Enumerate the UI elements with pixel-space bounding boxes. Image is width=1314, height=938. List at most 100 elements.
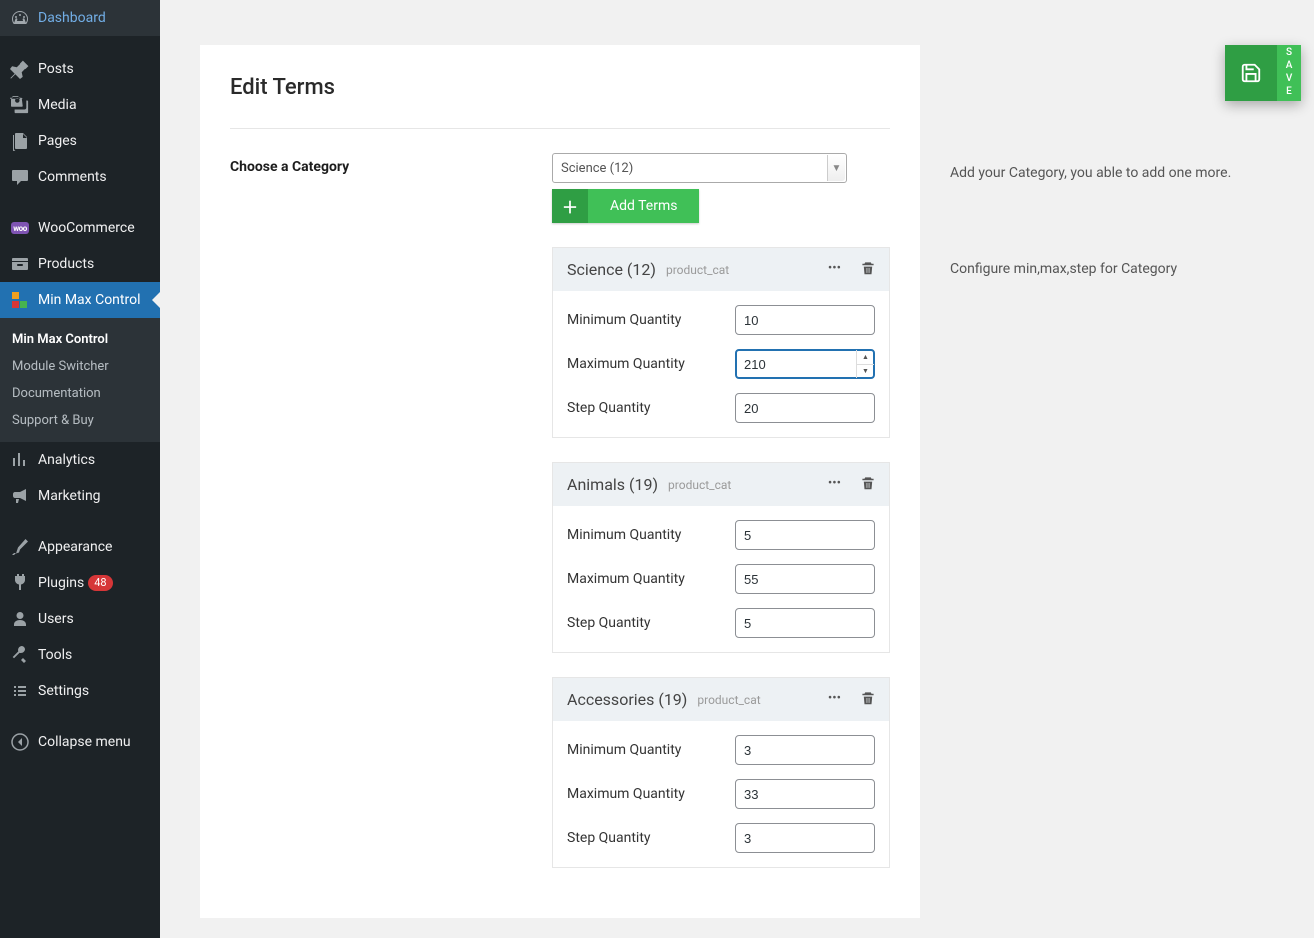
menu-label: Appearance (38, 539, 112, 555)
menu-label: Media (38, 97, 77, 113)
media-icon (10, 95, 30, 115)
min-qty-label: Minimum Quantity (567, 742, 735, 758)
menu-label: Dashboard (38, 10, 106, 26)
woo-icon: woo (10, 218, 30, 238)
plugin-icon (10, 573, 30, 593)
step-qty-label: Step Quantity (567, 400, 735, 416)
term-block: Animals (19) product_cat ••• Minimum Quanti… (552, 462, 890, 653)
min-qty-label: Minimum Quantity (567, 312, 735, 328)
tools-icon (10, 645, 30, 665)
step-qty-input[interactable] (735, 393, 875, 423)
term-body: Minimum QuantityMaximum QuantityStep Qua… (553, 506, 889, 652)
menu-label: Min Max Control (38, 292, 141, 308)
menu-label: Marketing (38, 488, 101, 504)
max-qty-label: Maximum Quantity (567, 786, 735, 802)
min-qty-input[interactable] (735, 735, 875, 765)
menu-users[interactable]: Users (0, 601, 160, 637)
menu-collapse[interactable]: Collapse menu (0, 724, 160, 760)
main-content: Edit Terms Choose a Category Science (12… (160, 0, 1314, 938)
side-info-configure: Configure min,max,step for Category (950, 261, 1274, 277)
admin-sidebar: Dashboard Posts Media Pages Commen (0, 0, 160, 938)
term-title: Science (12) (567, 260, 656, 279)
submenu-support-buy[interactable]: Support & Buy (0, 407, 160, 434)
menu-label: Posts (38, 61, 74, 77)
term-taxonomy: product_cat (668, 478, 731, 492)
step-qty-input[interactable] (735, 823, 875, 853)
save-icon (1225, 45, 1277, 101)
menu-label: Plugins (38, 575, 84, 591)
menu-dashboard[interactable]: Dashboard (0, 0, 160, 36)
more-icon[interactable]: ••• (828, 691, 841, 709)
menu-label: Collapse menu (38, 734, 131, 750)
category-select[interactable]: Science (12) ▼ (552, 153, 847, 183)
min-qty-input[interactable] (735, 520, 875, 550)
page-title: Edit Terms (230, 75, 890, 100)
edit-terms-card: Edit Terms Choose a Category Science (12… (200, 45, 920, 918)
menu-marketing[interactable]: Marketing (0, 478, 160, 514)
megaphone-icon (10, 486, 30, 506)
menu-plugins[interactable]: Plugins 48 (0, 565, 160, 601)
more-icon[interactable]: ••• (828, 261, 841, 279)
trash-icon[interactable] (861, 476, 875, 494)
plugins-badge: 48 (88, 575, 112, 590)
trash-icon[interactable] (861, 261, 875, 279)
menu-label: Products (38, 256, 94, 272)
menu-appearance[interactable]: Appearance (0, 529, 160, 565)
menu-woocommerce[interactable]: woo WooCommerce (0, 210, 160, 246)
menu-label: Users (38, 611, 74, 627)
choose-category-label: Choose a Category (230, 153, 552, 868)
product-icon (10, 254, 30, 274)
term-block: Accessories (19)product_cat••• Minimum Qu… (552, 677, 890, 868)
dashboard-icon (10, 8, 30, 28)
menu-label: Comments (38, 169, 107, 185)
menu-label: WooCommerce (38, 220, 135, 236)
spinner-up[interactable]: ▲ (857, 350, 874, 365)
term-header: Animals (19) product_cat ••• (553, 463, 889, 506)
collapse-icon (10, 732, 30, 752)
menu-label: Settings (38, 683, 89, 699)
term-body: Minimum QuantityMaximum Quantity▲▼Step Q… (553, 291, 889, 437)
step-qty-label: Step Quantity (567, 830, 735, 846)
menu-tools[interactable]: Tools (0, 637, 160, 673)
save-label: SAVE (1277, 45, 1301, 101)
term-header: Accessories (19)product_cat••• (553, 678, 889, 721)
users-icon (10, 609, 30, 629)
min-qty-input[interactable] (735, 305, 875, 335)
spinner-down[interactable]: ▼ (857, 365, 874, 379)
trash-icon[interactable] (861, 691, 875, 709)
menu-products[interactable]: Products (0, 246, 160, 282)
menu-media[interactable]: Media (0, 87, 160, 123)
step-qty-input[interactable] (735, 608, 875, 638)
term-taxonomy: product_cat (666, 263, 729, 277)
max-qty-label: Maximum Quantity (567, 571, 735, 587)
number-spinner[interactable]: ▲▼ (856, 350, 874, 378)
menu-pages[interactable]: Pages (0, 123, 160, 159)
menu-posts[interactable]: Posts (0, 51, 160, 87)
pin-icon (10, 59, 30, 79)
menu-min-max-control[interactable]: Min Max Control (0, 282, 160, 318)
max-qty-input[interactable] (735, 564, 875, 594)
brush-icon (10, 537, 30, 557)
more-icon[interactable]: ••• (828, 476, 841, 494)
plus-icon: ＋ (552, 189, 588, 223)
submenu-documentation[interactable]: Documentation (0, 380, 160, 407)
menu-label: Tools (38, 647, 72, 663)
menu-analytics[interactable]: Analytics (0, 442, 160, 478)
chevron-down-icon: ▼ (827, 155, 845, 181)
submenu-module-switcher[interactable]: Module Switcher (0, 353, 160, 380)
add-terms-button[interactable]: ＋ Add Terms (552, 189, 699, 223)
submenu-min-max-control[interactable]: Min Max Control (0, 326, 160, 353)
menu-settings[interactable]: Settings (0, 673, 160, 709)
max-qty-input[interactable] (735, 779, 875, 809)
side-info: Add your Category, you able to add one m… (950, 45, 1274, 918)
max-qty-input[interactable] (735, 349, 875, 379)
menu-comments[interactable]: Comments (0, 159, 160, 195)
analytics-icon (10, 450, 30, 470)
save-button[interactable]: SAVE (1225, 45, 1301, 101)
term-title: Accessories (19) (567, 690, 687, 709)
minmax-icon (10, 290, 30, 310)
term-title: Animals (19) (567, 475, 658, 494)
menu-label: Analytics (38, 452, 95, 468)
comment-icon (10, 167, 30, 187)
term-header: Science (12) product_cat ••• (553, 248, 889, 291)
